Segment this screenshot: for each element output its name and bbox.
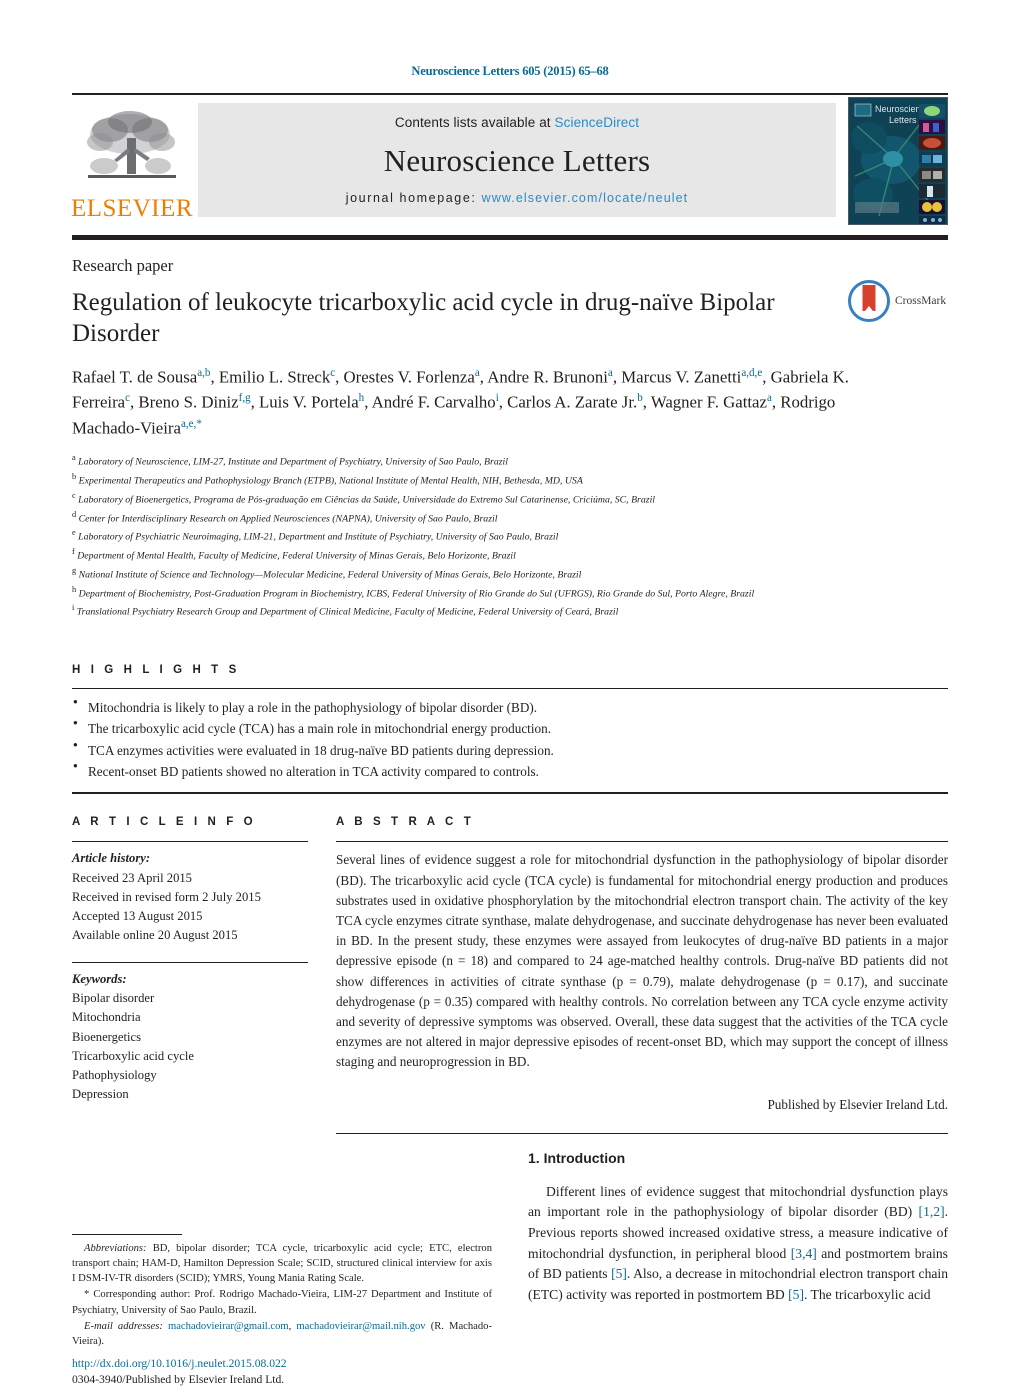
affiliation-list: a Laboratory of Neuroscience, LIM-27, In… bbox=[72, 451, 948, 620]
citation-link[interactable]: [1,2] bbox=[919, 1204, 945, 1219]
homepage-url-link[interactable]: www.elsevier.com/locate/neulet bbox=[482, 191, 689, 205]
email-link-1[interactable]: machadovieirar@gmail.com bbox=[168, 1321, 289, 1332]
right-column: 1. Introduction Different lines of evide… bbox=[528, 1150, 948, 1306]
article-info-column: A R T I C L E I N F O Article history: R… bbox=[72, 816, 308, 1133]
journal-masthead: ELSEVIER Contents lists available at Sci… bbox=[70, 93, 948, 225]
citation-link[interactable]: [5] bbox=[788, 1287, 804, 1302]
affiliation-item: f Department of Mental Health, Faculty o… bbox=[72, 547, 516, 562]
keywords: Keywords: Bipolar disorder Mitochondria Bi… bbox=[72, 963, 308, 1104]
article-type: Research paper bbox=[72, 256, 174, 275]
journal-homepage-line: journal homepage: www.elsevier.com/locat… bbox=[346, 191, 689, 205]
elsevier-logo: ELSEVIER bbox=[70, 95, 194, 225]
keyword-item: Pathophysiology bbox=[72, 1067, 157, 1082]
keywords-items: Bipolar disorder Mitochondria Bioenergetic… bbox=[72, 989, 308, 1104]
page-title: Regulation of leukocyte tricarboxylic ac… bbox=[72, 289, 775, 347]
running-head: Neuroscience Letters 605 (2015) 65–68 bbox=[411, 64, 609, 78]
left-column: Abbreviations: BD, bipolar disorder; TCA… bbox=[72, 1150, 492, 1386]
crossmark-icon bbox=[848, 280, 890, 322]
footnote-rule bbox=[72, 1233, 182, 1235]
keyword-item: Depression bbox=[72, 1087, 129, 1102]
affiliation-item: i Translational Psychiatry Research Grou… bbox=[72, 603, 619, 618]
affiliation-item: a Laboratory of Neuroscience, LIM-27, In… bbox=[72, 453, 508, 468]
keyword-item: Tricarboxylic acid cycle bbox=[72, 1048, 194, 1063]
article-history-item: Received in revised form 2 July 2015 bbox=[72, 889, 261, 904]
abstract-publisher-line: Published by Elsevier Ireland Ltd. bbox=[767, 1096, 948, 1112]
highlight-item: TCA enzymes activities were evaluated in… bbox=[72, 739, 948, 761]
email-label: E-mail addresses: bbox=[84, 1320, 163, 1332]
crossmark-badge[interactable]: CrossMark bbox=[848, 274, 948, 328]
author-list: Rafael T. de Sousaa,b, Emilio L. Streckc… bbox=[72, 367, 849, 438]
keyword-item: Mitochondria bbox=[72, 1010, 141, 1025]
affiliation-item: g National Institute of Science and Tech… bbox=[72, 565, 582, 581]
contents-line: Contents lists available at ScienceDirec… bbox=[395, 115, 639, 130]
contents-prefix: Contents lists available at bbox=[394, 115, 555, 130]
article-history-items: Received 23 April 2015 Received in revise… bbox=[72, 869, 308, 946]
abbreviations-note: Abbreviations: BD, bipolar disorder; TCA… bbox=[72, 1241, 492, 1287]
cover-artwork: Neuroscience Letters bbox=[849, 98, 947, 224]
introduction-paragraph: Different lines of evidence suggest that… bbox=[528, 1182, 948, 1306]
journal-title: Neuroscience Letters bbox=[383, 142, 651, 178]
elsevier-wordmark: ELSEVIER bbox=[70, 195, 194, 222]
article-history-item: Available online 20 August 2015 bbox=[72, 928, 238, 943]
highlight-item: Mitochondria is likely to play a role in… bbox=[72, 696, 948, 718]
doi-block: http://dx.doi.org/10.1016/j.neulet.2015.… bbox=[72, 1356, 492, 1388]
keyword-item: Bipolar disorder bbox=[72, 991, 155, 1006]
highlights-heading: H I G H L I G H T S bbox=[72, 663, 240, 676]
paper-page: Neuroscience Letters 605 (2015) 65–68 EL… bbox=[0, 0, 1020, 1386]
article-history-item: Received 23 April 2015 bbox=[72, 870, 192, 885]
highlight-item: The tricarboxylic acid cycle (TCA) has a… bbox=[72, 717, 948, 739]
email-note: E-mail addresses: machadovieirar@gmail.c… bbox=[72, 1319, 492, 1350]
abstract-column: A B S T R A C T Several lines of evidenc… bbox=[336, 816, 948, 1134]
abstract-text: Several lines of evidence suggest a role… bbox=[336, 852, 948, 1070]
keywords-label: Keywords: bbox=[72, 972, 127, 987]
journal-cover-thumbnail: Neuroscience Letters bbox=[848, 97, 948, 225]
email-link-2[interactable]: machadovieirar@mail.nih.gov bbox=[296, 1321, 425, 1332]
introduction-heading: 1. Introduction bbox=[528, 1149, 626, 1166]
info-abstract-row: A R T I C L E I N F O Article history: R… bbox=[72, 816, 948, 1134]
abbreviations-label: Abbreviations: bbox=[84, 1242, 147, 1254]
article-history-item: Accepted 13 August 2015 bbox=[72, 908, 203, 923]
keyword-item: Bioenergetics bbox=[72, 1029, 142, 1044]
affiliation-item: c Laboratory of Bioenergetics, Programa … bbox=[72, 490, 656, 506]
doi-link[interactable]: http://dx.doi.org/10.1016/j.neulet.2015.… bbox=[72, 1356, 492, 1372]
affiliation-item: e Laboratory of Psychiatric Neuroimaging… bbox=[72, 528, 559, 543]
affiliation-item: d Center for Interdisciplinary Research … bbox=[72, 509, 498, 524]
issn-line: 0304-3940/Published by Elsevier Ireland … bbox=[72, 1372, 285, 1386]
homepage-prefix: journal homepage: bbox=[345, 191, 482, 205]
sciencedirect-link[interactable]: ScienceDirect bbox=[555, 115, 640, 130]
title-block: Research paper Regulation of leukocyte t… bbox=[72, 240, 948, 620]
svg-text:Letters: Letters bbox=[889, 115, 917, 125]
highlight-item: Recent-onset BD patients showed no alter… bbox=[72, 760, 948, 782]
affiliation-item: b Experimental Therapeutics and Pathophy… bbox=[72, 472, 583, 487]
elsevier-tree-icon bbox=[87, 111, 176, 178]
journal-band: Contents lists available at ScienceDirec… bbox=[198, 103, 836, 217]
citation-link[interactable]: [3,4] bbox=[791, 1246, 817, 1261]
highlights-section: H I G H L I G H T S Mitochondria is like… bbox=[72, 664, 948, 795]
article-history: Article history: Received 23 April 2015 R… bbox=[72, 842, 308, 945]
citation-link[interactable]: [5] bbox=[611, 1266, 627, 1281]
abstract-heading: A B S T R A C T bbox=[336, 816, 475, 829]
article-history-label: Article history: bbox=[72, 851, 151, 866]
affiliation-item: h Department of Biochemistry, Post-Gradu… bbox=[72, 584, 755, 599]
highlights-list: Mitochondria is likely to play a role in… bbox=[72, 689, 948, 793]
intro-text: . The tricarboxylic acid bbox=[803, 1287, 931, 1302]
article-info-heading: A R T I C L E I N F O bbox=[72, 816, 257, 829]
corresponding-author-note: * Corresponding author: Prof. Rodrigo Ma… bbox=[72, 1289, 492, 1316]
intro-text: Different lines of evidence suggest that… bbox=[528, 1183, 948, 1220]
crossmark-label: CrossMark bbox=[895, 295, 947, 307]
body-columns: Abbreviations: BD, bipolar disorder; TCA… bbox=[72, 1150, 948, 1386]
footnotes-block: Abbreviations: BD, bipolar disorder; TCA… bbox=[72, 1233, 492, 1351]
